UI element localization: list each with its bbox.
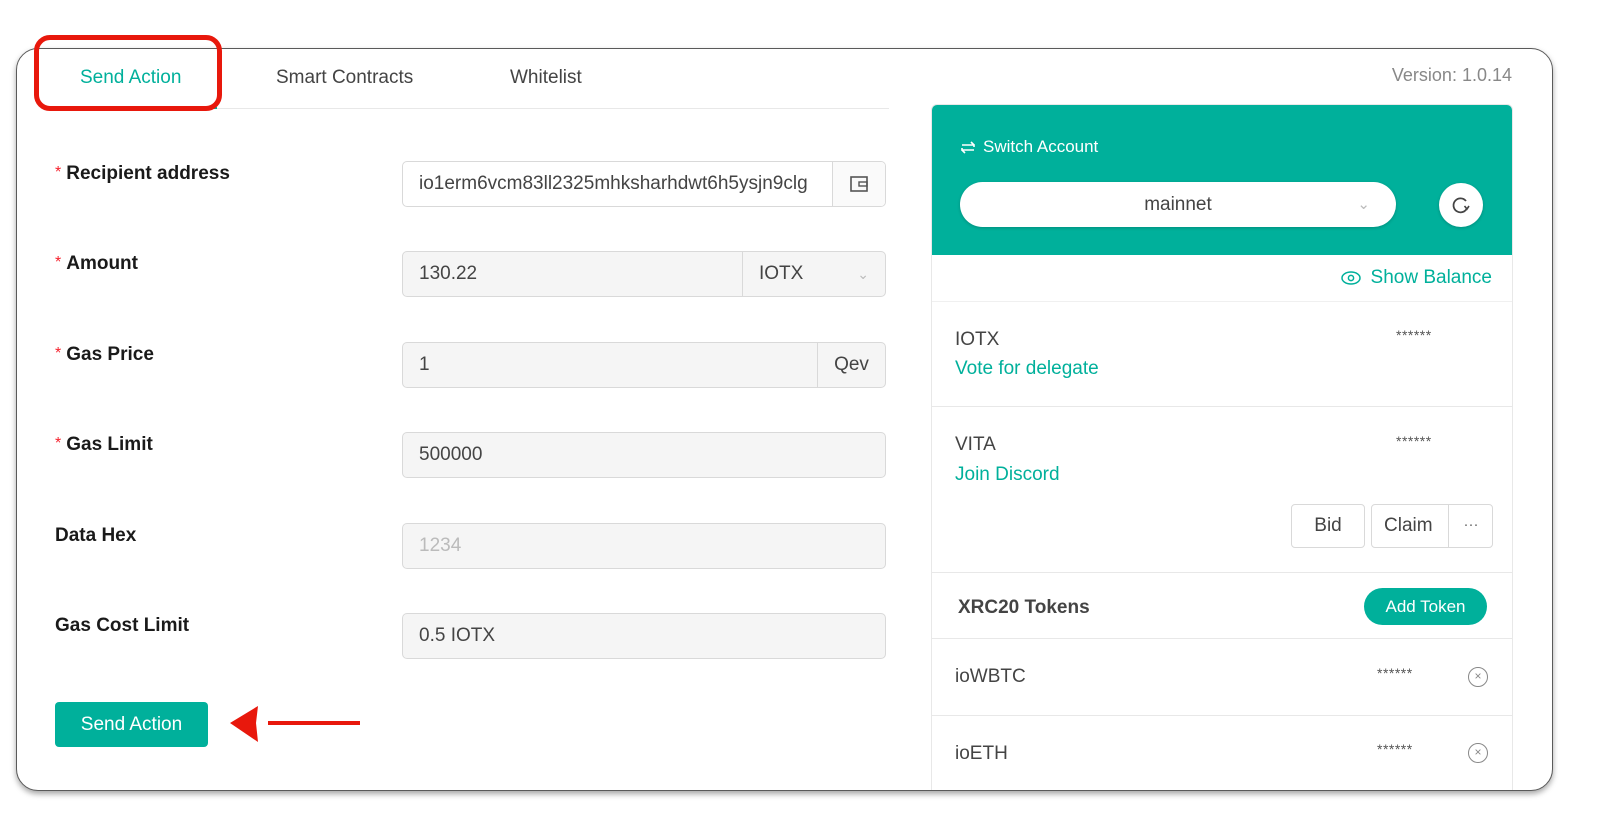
gas-limit-input[interactable]: 500000 [402,432,886,478]
wallet-button[interactable] [832,162,885,206]
amount-value[interactable]: 130.22 [403,252,742,296]
annotation-highlight-box [34,35,222,111]
xrc20-header: XRC20 Tokens Add Token [932,573,1512,639]
token-balance: ****** [1396,433,1432,449]
required-mark: * [55,164,62,181]
eye-icon [1340,271,1361,285]
remove-token-icon[interactable]: × [1468,743,1488,763]
gas-cost-limit-value[interactable]: 0.5 IOTX [403,614,885,658]
refresh-button[interactable] [1439,183,1483,227]
token-row-iotx: IOTX Vote for delegate ****** [932,301,1512,407]
amount-label: * Amount [55,253,138,274]
token-name: ioETH [955,743,1008,764]
data-hex-label: Data Hex [55,525,137,546]
data-hex-row: Data Hex 1234 [55,523,887,569]
switch-account-button[interactable]: Switch Account [960,137,1098,157]
gas-limit-label: * Gas Limit [55,434,153,455]
version-label: Version: 1.0.14 [1391,65,1512,85]
token-name: IOTX [955,329,1000,350]
amount-unit-select[interactable]: IOTX ⌄ [742,252,885,296]
show-balance-button[interactable]: Show Balance [1340,267,1492,289]
app-window: Send Action Smart Contracts Whitelist Ve… [16,48,1553,791]
chevron-down-icon: ⌄ [1357,196,1370,213]
more-actions-button[interactable]: ··· [1448,505,1493,547]
add-token-button[interactable]: Add Token [1364,588,1487,625]
vote-for-delegate-link[interactable]: Vote for delegate [955,358,1099,380]
annotation-arrow-icon [230,706,360,742]
recipient-label: * Recipient address [55,163,230,184]
recipient-row: * Recipient address io1erm6vcm83ll2325mhk… [55,161,887,207]
chevron-down-icon: ⌄ [857,265,869,282]
account-panel: Switch Account mainnet ⌄ Show Balance IO… [931,104,1513,790]
amount-input[interactable]: 130.22 IOTX ⌄ [402,251,886,297]
swap-icon [961,140,975,154]
remove-token-icon[interactable]: × [1468,667,1488,687]
recipient-value[interactable]: io1erm6vcm83ll2325mhksharhdwt6h5ysjn9clg [403,162,832,206]
data-hex-input[interactable]: 1234 [402,523,886,569]
gas-cost-limit-input[interactable]: 0.5 IOTX [402,613,886,659]
gas-limit-value[interactable]: 500000 [403,433,885,477]
data-hex-placeholder[interactable]: 1234 [403,524,885,568]
claim-button[interactable]: Claim [1384,515,1433,537]
gas-price-label: * Gas Price [55,344,154,365]
refresh-icon [1452,197,1470,214]
gas-cost-limit-label: Gas Cost Limit [55,615,190,636]
gas-price-value[interactable]: 1 [403,343,817,387]
join-discord-link[interactable]: Join Discord [955,464,1060,486]
recipient-input[interactable]: io1erm6vcm83ll2325mhksharhdwt6h5ysjn9clg [402,161,886,207]
gas-price-row: * Gas Price 1 Qev [55,342,887,388]
token-balance: ****** [1377,741,1413,757]
gas-limit-row: * Gas Limit 500000 [55,432,887,478]
network-select[interactable]: mainnet ⌄ [960,182,1396,227]
token-name: ioWBTC [955,666,1026,687]
tab-whitelist[interactable]: Whitelist [510,67,582,89]
amount-row: * Amount 130.22 IOTX ⌄ [55,251,887,297]
token-row-vita: VITA Join Discord ****** Bid Claim ··· [932,407,1512,573]
xrc20-row: ioETH ****** × [932,716,1512,790]
account-header: Switch Account mainnet ⌄ [932,105,1512,255]
bid-button[interactable]: Bid [1291,504,1365,548]
gas-price-input[interactable]: 1 Qev [402,342,886,388]
token-balance: ****** [1377,665,1413,681]
xrc20-row: ioWBTC ****** × [932,639,1512,716]
gas-price-unit: Qev [817,343,885,387]
token-balance: ****** [1396,327,1432,343]
gas-cost-limit-row: Gas Cost Limit 0.5 IOTX [55,613,887,659]
claim-button-group: Claim ··· [1371,504,1493,548]
send-action-button[interactable]: Send Action [55,702,208,747]
wallet-icon [850,176,868,192]
xrc20-title: XRC20 Tokens [958,597,1090,618]
tab-smart-contracts[interactable]: Smart Contracts [276,67,413,89]
token-name: VITA [955,434,996,455]
